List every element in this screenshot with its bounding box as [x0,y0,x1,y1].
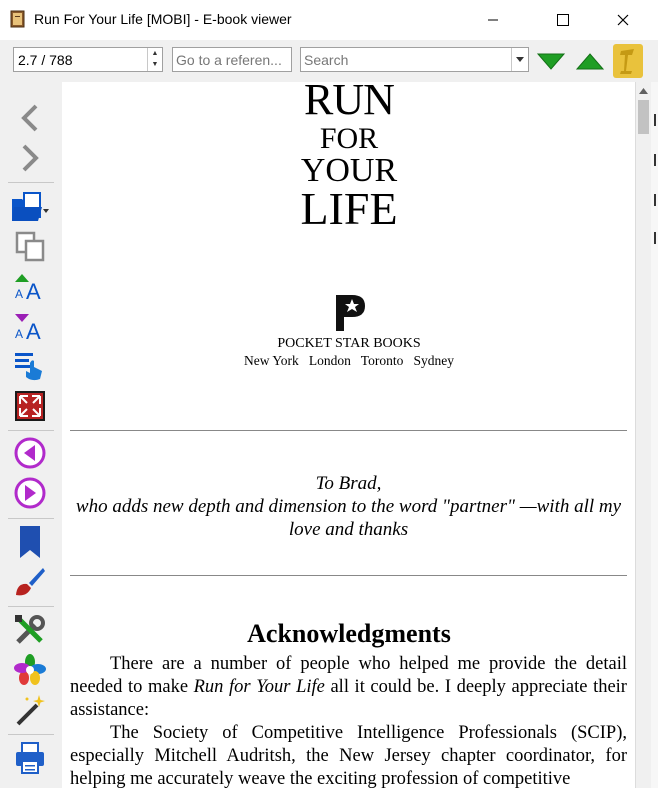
sidebar-toolbar: A A A A [0,82,62,788]
app-book-icon [10,10,25,28]
print-button[interactable] [10,740,50,776]
svg-text:A: A [26,319,41,342]
find-next-arrow-down-icon[interactable] [536,50,566,72]
previous-page-button[interactable] [10,435,50,471]
search-input[interactable] [301,48,511,71]
reference-mode-icon[interactable] [612,43,644,79]
separator [8,430,54,431]
preferences-icon [15,615,45,644]
spin-arrows[interactable]: ▲ ▼ [147,48,162,71]
acknowledgments-heading: Acknowledgments [247,619,451,648]
book-content-view[interactable]: RUN FOR YOUR LIFE POCKET STAR BOOKS New … [63,82,635,788]
acknowledgments-paragraph-2: The Society of Competitive Intelligence … [70,723,627,788]
right-edge-strip [651,82,658,788]
next-page-icon [14,477,46,509]
magic-wand-icon [16,695,45,726]
minimize-button[interactable] [470,0,516,40]
metadata-icon [14,654,46,685]
spin-up-icon[interactable]: ▲ [148,48,162,59]
font-larger-icon: A A [15,274,41,302]
close-button[interactable] [600,0,646,40]
acknowledgments-paragraph-1: There are a number of people who helped … [70,653,627,722]
font-smaller-button[interactable]: A A [10,308,50,344]
print-icon [16,742,44,774]
separator [8,518,54,519]
font-larger-button[interactable]: A A [10,268,50,304]
theme-brush-icon [16,568,45,596]
publisher-name: POCKET STAR BOOKS [277,336,421,351]
separator [8,182,54,183]
metadata-button[interactable] [10,652,50,688]
dedication-line-2: who adds new depth and dimension to the … [75,496,622,540]
book-title-emphasis: Run for Your Life [193,677,325,697]
back-button[interactable] [10,100,50,136]
cover-title-for: FOR [319,122,379,155]
publisher-cities: New York London Toronto Sydney [244,353,454,368]
theme-button[interactable] [10,564,50,600]
maximize-button[interactable] [540,0,586,40]
scroll-up-icon[interactable] [639,88,648,94]
fullscreen-button[interactable] [10,388,50,424]
fullscreen-icon [15,391,45,421]
vertical-scrollbar[interactable] [635,82,651,788]
section-divider [70,575,627,576]
svg-text:A: A [26,279,41,302]
svg-text:A: A [15,327,23,341]
reference-input[interactable] [173,48,291,71]
section-divider [70,430,627,431]
svg-text:A: A [15,287,23,301]
page-position-spinbox[interactable]: 2.7 / 788 ▲ ▼ [13,47,163,72]
page-position-value: 2.7 / 788 [18,52,73,68]
open-book-icon [12,192,49,221]
bookmark-icon [20,526,40,558]
separator [8,734,54,735]
chevron-down-icon [516,57,524,62]
open-ebook-button[interactable] [10,188,50,224]
copy-icon [15,231,45,262]
magic-wand-button[interactable] [10,692,50,728]
scrollbar-thumb[interactable] [638,100,649,134]
close-icon [617,14,629,26]
next-page-button[interactable] [10,475,50,511]
table-of-contents-icon [15,353,42,381]
reference-field[interactable] [172,47,292,72]
separator [8,606,54,607]
search-combobox[interactable] [300,47,529,72]
dedication-line-1: To Brad, [315,473,382,494]
cover-title-life: LIFE [300,183,398,234]
previous-page-icon [14,437,46,469]
font-smaller-icon: A A [15,314,41,342]
bookmarks-button[interactable] [10,524,50,560]
back-icon [21,104,38,132]
find-previous-arrow-up-icon[interactable] [575,50,605,72]
forward-icon [22,144,39,172]
forward-button[interactable] [10,140,50,176]
publisher-logo-icon [336,295,365,331]
minimize-icon [488,19,498,21]
table-of-contents-button[interactable] [10,348,50,384]
dedication: To Brad, who adds new depth and dimensio… [70,472,627,541]
search-dropdown-button[interactable] [511,48,528,71]
preferences-button[interactable] [10,612,50,648]
cover-title-run: RUN [304,82,395,124]
copy-button[interactable] [10,228,50,264]
window-title: Run For Your Life [MOBI] - E-book viewer [34,11,292,27]
maximize-icon [557,14,569,26]
spin-down-icon[interactable]: ▼ [148,59,162,70]
title-bar: Run For Your Life [MOBI] - E-book viewer [0,0,658,40]
